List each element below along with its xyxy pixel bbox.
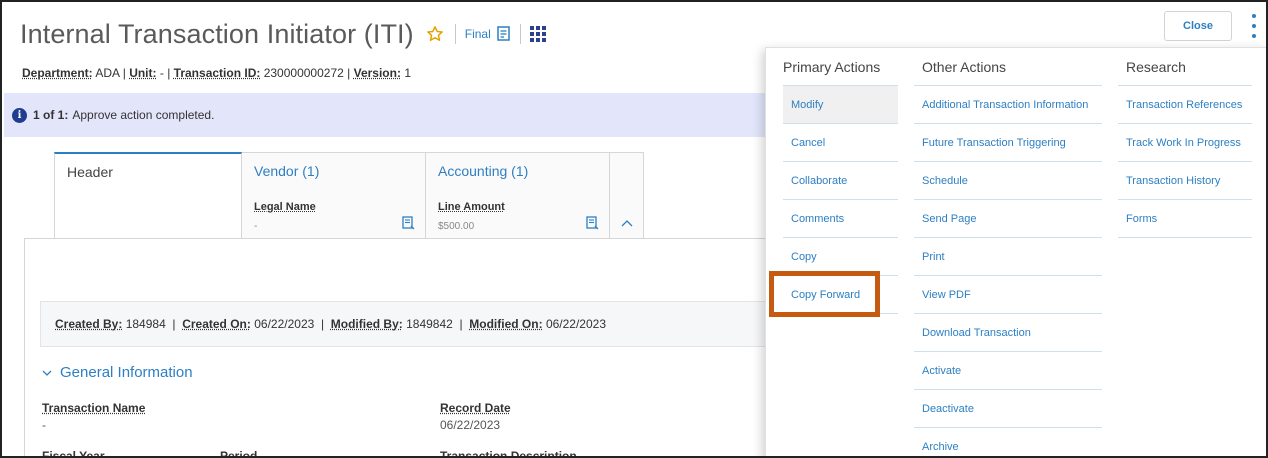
list-document-icon[interactable] [586, 216, 599, 235]
created-by-value: 184984 [125, 317, 166, 331]
transaction-meta: Department: ADA | Unit: - | Transaction … [22, 66, 411, 80]
apps-grid-icon[interactable] [529, 26, 546, 42]
tab-vendor[interactable]: Vendor (1) Legal Name - [242, 152, 426, 238]
menu-item-transaction-history[interactable]: Transaction History [1118, 162, 1252, 200]
period-field: Period [220, 449, 258, 458]
period-label: Period [220, 449, 258, 458]
modified-on-label: Modified On: [469, 317, 543, 331]
collapse-tabs-toggle[interactable] [610, 152, 644, 238]
chevron-down-icon [42, 364, 52, 381]
kebab-dot [1252, 34, 1256, 38]
more-actions-icon[interactable] [1249, 14, 1259, 38]
transaction-description-label: Transaction Description [440, 449, 577, 458]
department-label: Department: [22, 66, 93, 80]
menu-item-archive[interactable]: Archive [914, 428, 1102, 456]
modified-on-value: 06/22/2023 [545, 317, 606, 331]
page-title: Internal Transaction Initiator (ITI) [20, 18, 414, 49]
menu-item-future-transaction-triggering[interactable]: Future Transaction Triggering [914, 124, 1102, 162]
transaction-description-field: Transaction Description [440, 449, 577, 458]
menu-item-modify[interactable]: Modify [783, 86, 898, 124]
created-on-value: 06/22/2023 [254, 317, 315, 331]
highlight-box [769, 271, 880, 317]
tab-accounting[interactable]: Accounting (1) Line Amount $500.00 [426, 152, 610, 238]
title-row: Internal Transaction Initiator (ITI) Fin… [20, 14, 546, 54]
modified-by-label: Modified By: [330, 317, 403, 331]
audit-info: Created By: 184984 | Created On: 06/22/2… [40, 301, 824, 347]
general-information-toggle[interactable]: General Information [42, 364, 193, 381]
menu-item-schedule[interactable]: Schedule [914, 162, 1102, 200]
actions-menu: Primary Actions Modify Cancel Collaborat… [765, 47, 1266, 456]
menu-item-collaborate[interactable]: Collaborate [783, 162, 898, 200]
meta-separator: | [122, 66, 126, 80]
menu-item-print[interactable]: Print [914, 238, 1102, 276]
transaction-id-label: Transaction ID: [173, 66, 261, 80]
transaction-name-label: Transaction Name [42, 401, 146, 415]
section-tabs: Header Vendor (1) Legal Name - Accountin… [54, 152, 644, 238]
menu-item-comments[interactable]: Comments [783, 200, 898, 238]
legal-name-label: Legal Name [254, 201, 316, 213]
menu-item-deactivate[interactable]: Deactivate [914, 390, 1102, 428]
research-column: Research Transaction References Track Wo… [1118, 48, 1252, 238]
record-date-field: Record Date 06/22/2023 [440, 401, 511, 432]
list-document-icon[interactable] [402, 216, 415, 235]
kebab-dot [1252, 24, 1256, 28]
legal-name-value: - [254, 221, 258, 232]
menu-item-forms[interactable]: Forms [1118, 200, 1252, 238]
unit-label: Unit: [129, 66, 157, 80]
chevron-up-icon [621, 214, 633, 232]
notification-banner: i 1 of 1: Approve action completed. [4, 93, 824, 137]
created-on-label: Created On: [182, 317, 251, 331]
transaction-id-value: 230000000272 [263, 66, 344, 80]
menu-item-download-transaction[interactable]: Download Transaction [914, 314, 1102, 352]
version-value: 1 [404, 66, 411, 80]
kebab-dot [1252, 14, 1256, 18]
fiscal-year-field: Fiscal Year [42, 449, 105, 458]
separator [454, 24, 456, 44]
line-amount-value: $500.00 [438, 221, 475, 232]
document-icon[interactable] [497, 26, 511, 42]
tab-accounting-title: Accounting (1) [438, 163, 529, 179]
status-label: Final [464, 27, 491, 41]
menu-item-view-pdf[interactable]: View PDF [914, 276, 1102, 314]
favorite-star-icon[interactable] [426, 24, 446, 44]
general-information-title: General Information [60, 364, 193, 381]
separator [519, 24, 521, 44]
tab-header-title: Header [67, 164, 113, 180]
other-actions-column: Other Actions Additional Transaction Inf… [914, 48, 1102, 456]
line-amount-label: Line Amount [438, 201, 505, 213]
record-date-label: Record Date [440, 401, 511, 415]
meta-separator: | [347, 66, 351, 80]
unit-value: - [159, 66, 164, 80]
info-icon: i [12, 107, 27, 123]
meta-separator: | [167, 66, 171, 80]
transaction-name-value: - [42, 418, 46, 432]
version-label: Version: [353, 66, 401, 80]
close-button[interactable]: Close [1164, 11, 1232, 41]
menu-item-cancel[interactable]: Cancel [783, 124, 898, 162]
tab-vendor-title: Vendor (1) [254, 163, 320, 179]
menu-item-additional-transaction-information[interactable]: Additional Transaction Information [914, 86, 1102, 124]
menu-item-transaction-references[interactable]: Transaction References [1118, 86, 1252, 124]
other-actions-heading: Other Actions [914, 48, 1102, 86]
created-by-label: Created By: [55, 317, 123, 331]
department-value: ADA [95, 66, 120, 80]
fiscal-year-label: Fiscal Year [42, 449, 105, 458]
primary-actions-heading: Primary Actions [783, 48, 898, 86]
banner-count: 1 of 1: [33, 108, 69, 122]
transaction-name-field: Transaction Name - [42, 401, 145, 432]
modified-by-value: 1849842 [406, 317, 453, 331]
record-date-value: 06/22/2023 [440, 418, 501, 432]
research-heading: Research [1118, 48, 1252, 86]
app-frame: Internal Transaction Initiator (ITI) Fin… [0, 0, 1268, 458]
menu-item-activate[interactable]: Activate [914, 352, 1102, 390]
menu-item-track-work-in-progress[interactable]: Track Work In Progress [1118, 124, 1252, 162]
tab-header[interactable]: Header [54, 152, 242, 238]
menu-item-send-page[interactable]: Send Page [914, 200, 1102, 238]
banner-message: Approve action completed. [72, 108, 215, 122]
